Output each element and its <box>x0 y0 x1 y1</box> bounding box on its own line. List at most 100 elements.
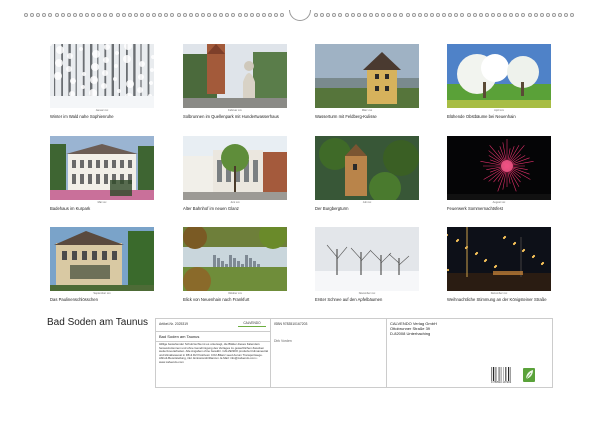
subtitle: Bad Soden am Taunus <box>159 334 200 339</box>
binding-hole <box>103 13 108 17</box>
month-label: April xxx <box>494 109 504 112</box>
binding-hole <box>182 13 187 17</box>
month-label: Februar xxx <box>228 109 242 112</box>
photo-caption: Feuerwerk Sommernachtsfest <box>447 206 503 211</box>
publisher-line: D-82008 Unterhaching <box>390 330 431 336</box>
photo-caption: Wasserturm mit Feldberg-Kulisse <box>315 114 377 119</box>
photo-caption: Badehaus im Kurpark <box>50 206 91 211</box>
binding-hole <box>527 13 532 17</box>
photo-image <box>447 227 551 291</box>
photo-august <box>447 136 551 200</box>
divider <box>156 331 271 332</box>
binding-hole <box>533 13 538 17</box>
binding-hole <box>54 13 59 17</box>
binding-hole <box>237 13 242 17</box>
photo-september <box>50 227 154 291</box>
info-box: Artikel-Nr. 2025319 CALVENDO Bad Soden a… <box>155 318 553 388</box>
binding-hole <box>188 13 193 17</box>
binding-hole <box>115 13 120 17</box>
binding-hole <box>207 13 211 17</box>
binding-hole <box>350 13 355 17</box>
binding-hole <box>200 13 205 17</box>
binding-hole <box>545 13 550 17</box>
binding-hole <box>268 13 272 17</box>
binding-hole <box>436 13 440 17</box>
photo-february <box>183 44 287 108</box>
month-label: Juli xxx <box>362 201 372 204</box>
month-label: Oktober xxx <box>228 292 242 295</box>
binding-hole <box>442 13 447 17</box>
binding-hole <box>497 13 501 17</box>
binding-hole <box>36 13 41 17</box>
month-label: Mai xxx <box>97 201 107 204</box>
binding-hole <box>225 13 230 17</box>
photo-caption: Das Paulinenschlösschen <box>50 297 98 302</box>
barcode-number: 9 783510 107203 <box>491 381 512 384</box>
photo-image <box>50 136 154 200</box>
photo-caption: Blühende Obstbäume bei Neuenhain <box>447 114 516 119</box>
month-label: März xxx <box>361 109 373 112</box>
binding-hole <box>194 13 199 17</box>
month-label: November xxx <box>358 292 376 295</box>
binding-hole <box>139 13 144 17</box>
binding-hole <box>472 13 477 17</box>
photo-june <box>183 136 287 200</box>
binding-hole <box>564 13 569 17</box>
binding-hole <box>356 13 361 17</box>
photo-image <box>183 227 287 291</box>
binding-hole <box>509 13 514 17</box>
binding-hole <box>78 13 83 17</box>
photo-july <box>315 136 419 200</box>
binding-hole <box>24 13 28 17</box>
binding-hole <box>158 13 163 17</box>
month-label: September xxx <box>93 292 111 295</box>
binding-hole <box>484 13 489 17</box>
binding-hole <box>261 13 266 17</box>
binding-hole <box>423 13 428 17</box>
binding-hole <box>109 13 114 17</box>
binding-hole <box>85 13 89 17</box>
month-label: Juni xxx <box>230 201 240 204</box>
calendar-page: Januar xxx Winter im Wald nahe Sophienru… <box>0 0 600 432</box>
calvendo-logo: CALVENDO <box>236 321 268 328</box>
binding-hole <box>362 13 367 17</box>
binding-hole <box>429 13 434 17</box>
photo-caption: Erster Schnee auf den Apfelbäumen <box>315 297 383 302</box>
photo-january <box>50 44 154 108</box>
article-number: Artikel-Nr. 2025319 <box>159 322 189 326</box>
photo-image <box>447 44 551 108</box>
binding-hole <box>320 13 325 17</box>
binding-hole <box>30 13 35 17</box>
logo-text: CALVENDO <box>243 321 261 325</box>
binding-hole <box>146 13 150 17</box>
binding-hole <box>66 13 71 17</box>
binding-hole <box>387 13 392 17</box>
binding-hole <box>42 13 47 17</box>
binding-hole <box>344 13 349 17</box>
info-column-article: Artikel-Nr. 2025319 CALVENDO Bad Soden a… <box>156 319 271 387</box>
binding-hole <box>176 13 181 17</box>
calendar-title: Bad Soden am Taunus <box>47 317 149 328</box>
photo-caption: Der Burgbergturm <box>315 206 349 211</box>
binding-hole <box>91 13 96 17</box>
legal-text: Idillige bestehender Schutzrechte ist es… <box>159 342 269 364</box>
binding-hole <box>570 13 575 17</box>
photo-caption: Alter Bahnhof im neuen Glanz <box>183 206 239 211</box>
logo-bar <box>238 326 266 327</box>
info-column-publisher: CALVENDO Verlag GmbH Ottobrunner Straße … <box>387 319 553 387</box>
info-column-isbn: ISBN 9783510167203 Dirk Vorden <box>271 319 387 387</box>
binding-hole <box>490 13 495 17</box>
binding-hole <box>503 13 508 17</box>
photo-caption: Weihnachtliche Stimmung an der Königstei… <box>447 297 547 302</box>
binding-hole <box>48 13 53 17</box>
binding-hole <box>152 13 157 17</box>
leaf-icon <box>525 370 533 380</box>
photo-image <box>315 136 419 200</box>
binding-hole <box>417 13 422 17</box>
isbn: ISBN 9783510167203 <box>274 322 308 326</box>
binding-hole <box>127 13 132 17</box>
photo-image <box>50 44 154 108</box>
binding-hole <box>515 13 520 17</box>
binding-hole <box>448 13 453 17</box>
binding-hole <box>314 13 318 17</box>
